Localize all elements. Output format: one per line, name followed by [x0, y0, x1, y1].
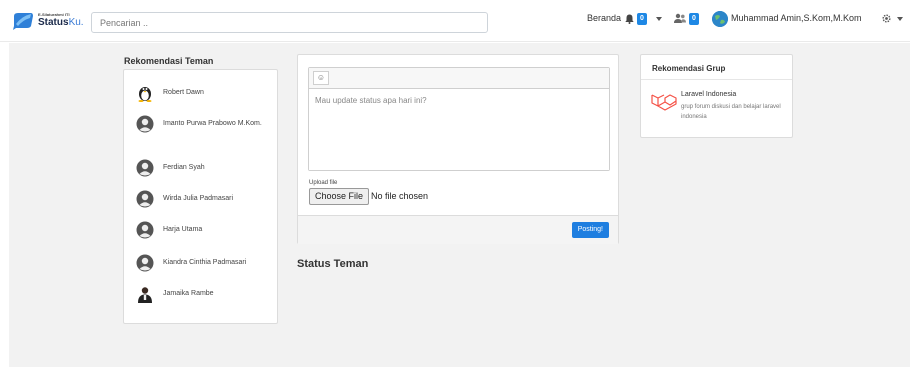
upload-file-label: Upload file — [309, 180, 338, 186]
friends-status-title: Status Teman — [297, 258, 369, 270]
friend-name: Ferdian Syah — [163, 164, 205, 171]
search-input[interactable] — [91, 12, 488, 33]
nav-user-name[interactable]: Muhammad Amin,S.Kom,M.Kom — [731, 13, 862, 23]
file-status-text: No file chosen — [371, 191, 429, 201]
brand-name-bold: Status — [38, 17, 69, 28]
default-avatar-icon — [136, 221, 154, 239]
friend-request-badge[interactable]: 0 — [689, 13, 699, 25]
brand-logo[interactable]: E-Silaturahmi ITI StatusKu. — [12, 10, 84, 32]
friend-name: Harja Utama — [163, 226, 203, 233]
friends-card: Robert Dawn Imanto Purwa Prabowo M.Kom. … — [123, 69, 278, 324]
post-editor: ☺ — [308, 67, 610, 171]
group-description: grup forum diskusi dan belajar laravel i… — [681, 104, 781, 120]
default-avatar-icon — [136, 254, 154, 272]
chevron-down-icon[interactable] — [656, 17, 662, 21]
post-footer: Posting! — [298, 215, 618, 244]
groups-card: Rekomendasi Grup Laravel Indonesia grup … — [640, 54, 793, 138]
users-icon[interactable] — [674, 13, 686, 24]
posting-button[interactable]: Posting! — [571, 222, 609, 238]
nav-home-link[interactable]: Beranda — [587, 13, 621, 23]
globe-avatar-icon — [712, 11, 728, 27]
brand-name-light: Ku. — [68, 17, 84, 28]
friend-name: Jamaika Rambe — [163, 290, 214, 297]
default-avatar-icon — [136, 159, 154, 177]
brand-name: StatusKu. — [38, 17, 84, 28]
friend-name: Robert Dawn — [163, 89, 204, 96]
user-avatar[interactable] — [712, 11, 728, 27]
choose-file-button[interactable]: Choose File — [309, 188, 370, 205]
divider — [641, 79, 792, 80]
group-name-link[interactable]: Laravel Indonesia — [681, 91, 736, 98]
friend-name: Imanto Purwa Prabowo M.Kom. — [163, 120, 262, 127]
top-navbar: E-Silaturahmi ITI StatusKu. Beranda 0 0 … — [0, 0, 910, 42]
brand-bubble-icon — [13, 13, 33, 30]
default-avatar-icon — [136, 190, 154, 208]
emoji-button[interactable]: ☺ — [313, 71, 329, 85]
friend-name: Wirda Julia Padmasari — [163, 195, 234, 202]
status-textarea[interactable] — [309, 90, 609, 170]
default-avatar-icon — [136, 115, 154, 133]
photo-avatar-icon — [138, 287, 152, 303]
friends-section-title: Rekomendasi Teman — [124, 56, 214, 66]
gear-icon[interactable] — [881, 13, 892, 24]
settings-chevron-down-icon[interactable] — [897, 17, 903, 21]
editor-toolbar: ☺ — [309, 68, 609, 89]
friend-name: Kiandra Cinthia Padmasari — [163, 259, 247, 266]
groups-section-title: Rekomendasi Grup — [652, 64, 726, 73]
laravel-logo-icon[interactable] — [651, 92, 677, 112]
post-composer-card: ☺ Upload file Choose File No file chosen… — [297, 54, 619, 244]
notification-badge[interactable]: 0 — [637, 13, 647, 25]
linux-penguin-icon — [138, 87, 152, 102]
bell-icon[interactable] — [625, 14, 634, 24]
